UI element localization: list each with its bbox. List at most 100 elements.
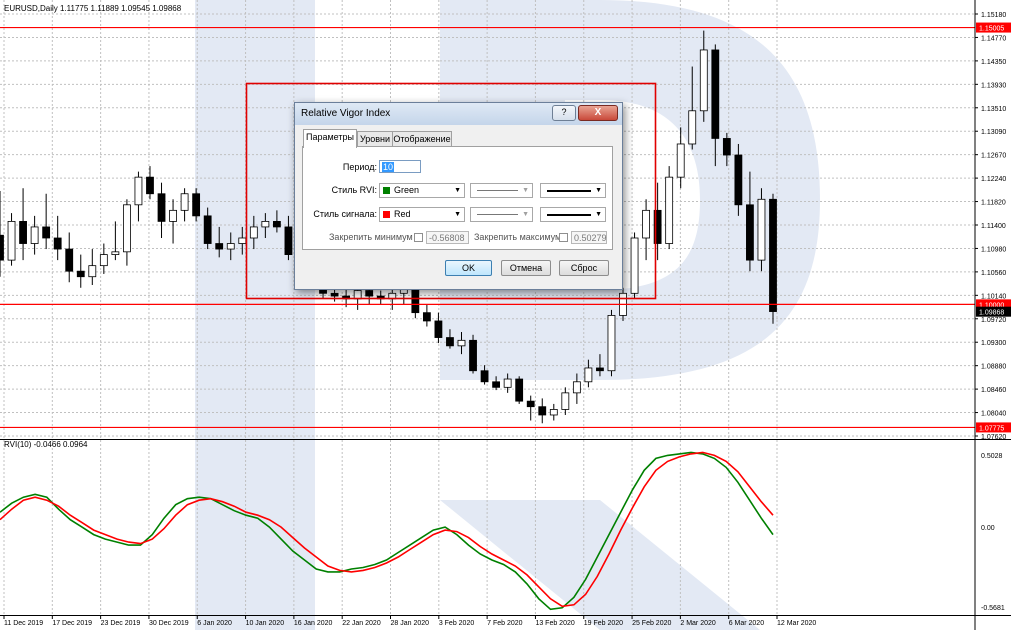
price-label: 1.08880 [981,364,1006,371]
price-label: 1.09300 [981,340,1006,347]
candle-body [88,265,97,278]
candle-body [769,198,777,312]
candle-body [65,248,74,272]
chevron-down-icon: ▼ [595,187,602,194]
signal-color-name: Red [394,209,411,219]
tab-levels[interactable]: Уровни [357,131,393,147]
candle-body [572,381,581,394]
fix-min-checkbox[interactable] [414,233,423,242]
signal-line-style-select[interactable]: ▼ [470,207,533,222]
price-label: 1.07620 [981,434,1006,441]
candle-body [503,378,512,388]
candle-body [330,292,339,297]
fix-min-input[interactable]: -0.56808 [426,231,469,244]
indicator-header: RVI(10) -0.0466 0.0964 [4,440,88,449]
price-label: 1.12670 [981,153,1006,160]
candle-body [665,176,674,244]
candle-body [596,367,604,372]
candle-body [676,143,685,178]
ok-button[interactable]: OK [445,260,492,276]
price-chart[interactable]: 1.150051.100001.098681.07775 1.151801.14… [0,0,1011,630]
candle-body [249,226,258,239]
candle-body [584,367,593,383]
fix-max-input[interactable]: 0.50279 [571,231,607,244]
rvi-settings-dialog: Relative Vigor Index ? X Параметры Уровн… [294,102,623,290]
reset-button[interactable]: Сброс [559,260,609,276]
price-label: 1.10140 [981,293,1006,300]
chevron-down-icon: ▼ [522,211,529,218]
tab-display[interactable]: Отображение [392,131,452,147]
price-label: 1.11820 [981,200,1006,207]
price-label: 1.13930 [981,82,1006,89]
close-button[interactable]: X [578,105,618,121]
period-value: 10 [382,162,395,172]
price-label: 1.15180 [981,12,1006,19]
price-label: 1.14770 [981,35,1006,42]
candle-body [688,110,697,145]
candle-body [180,193,189,211]
rvi-color-select[interactable]: Green ▼ [379,183,465,198]
candle-body [53,237,62,250]
price-label: 1.12240 [981,176,1006,183]
chevron-down-icon: ▼ [454,211,461,218]
price-label: 1.13510 [981,106,1006,113]
period-input[interactable]: 10 [379,160,421,173]
candle-body [446,337,454,347]
candle-body [561,392,570,410]
help-icon: ? [561,107,567,117]
date-label: 11 Dec 2019 [4,620,43,627]
candle-body [215,243,224,250]
date-label: 6 Mar 2020 [729,620,765,627]
price-label: 1.13090 [981,129,1006,136]
candle-body [76,270,85,278]
date-label: 7 Feb 2020 [487,620,523,627]
price-label: 1.10980 [981,246,1006,253]
date-label: 23 Dec 2019 [101,620,141,627]
date-label: 28 Jan 2020 [391,620,430,627]
candle-body [457,339,466,347]
candle-body [192,193,201,217]
price-tag-label: 1.15005 [979,26,1004,33]
fix-max-checkbox[interactable] [559,233,568,242]
date-label: 13 Feb 2020 [535,620,574,627]
dialog-titlebar: Relative Vigor Index ? X [295,103,622,125]
help-button[interactable]: ? [552,105,576,121]
date-label: 6 Jan 2020 [197,620,232,627]
date-label: 30 Dec 2019 [149,620,189,627]
candle-body [284,226,293,255]
line-width-preview [547,190,591,192]
candle-body [146,176,154,195]
signal-color-select[interactable]: Red ▼ [379,207,465,222]
price-label: 1.08040 [981,411,1006,418]
candle-body [757,198,766,261]
price-tag-label: 1.09868 [979,310,1004,317]
candle-body [549,409,558,416]
rvi-line-width-select[interactable]: ▼ [540,183,606,198]
candle-body [238,237,247,244]
candle-body [630,237,639,294]
candle-body [42,226,51,239]
candle-body [111,251,120,255]
candle-body [492,381,501,388]
date-label: 17 Dec 2019 [52,620,92,627]
candle-body [226,243,235,250]
date-label: 12 Mar 2020 [777,620,816,627]
indicator-axis-label: 0.00 [981,525,995,532]
signal-line-width-select[interactable]: ▼ [540,207,606,222]
rvi-color-name: Green [394,185,420,195]
date-label: 2 Mar 2020 [680,620,716,627]
rvi-line-style-select[interactable]: ▼ [470,183,533,198]
candle-body [123,204,131,253]
cancel-button[interactable]: Отмена [501,260,551,276]
date-label: 19 Feb 2020 [584,620,623,627]
candle-body [353,290,362,300]
candle-body [365,290,374,297]
candle-body [699,49,708,112]
candle-body [469,339,477,372]
candle-body [607,315,616,372]
chevron-down-icon: ▼ [522,187,529,194]
fix-min-value: -0.56808 [429,233,465,243]
candle-body [272,221,281,228]
tab-parameters[interactable]: Параметры [303,129,357,148]
candle-body [734,154,743,206]
